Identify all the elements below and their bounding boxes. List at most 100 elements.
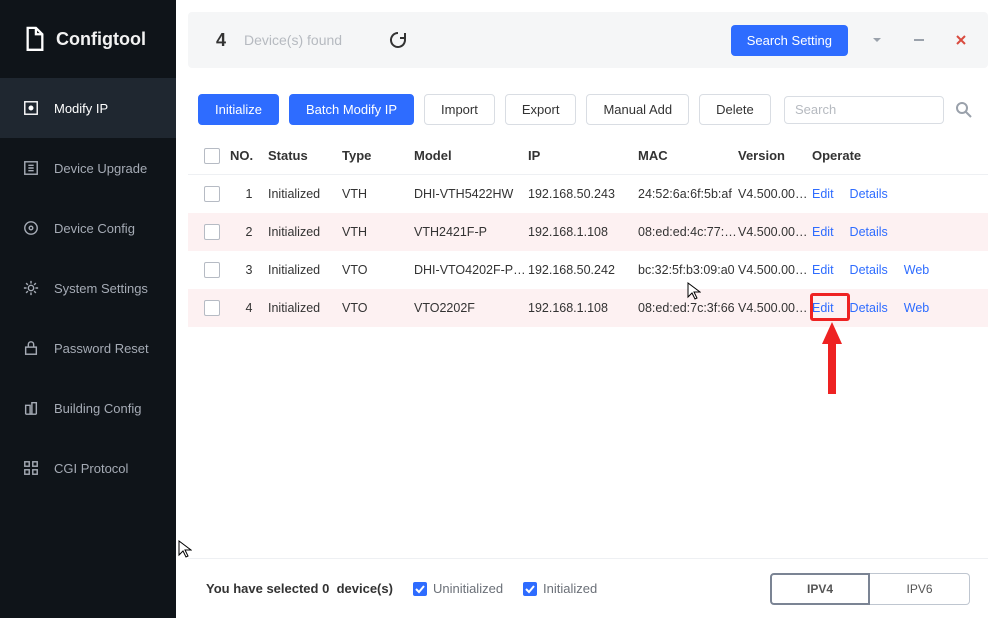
row-checkbox[interactable] xyxy=(204,186,220,202)
upgrade-icon xyxy=(22,159,40,177)
edit-link[interactable]: Edit xyxy=(812,225,834,239)
sidebar-item-device-upgrade[interactable]: Device Upgrade xyxy=(0,138,176,198)
toolbar: Initialize Batch Modify IP Import Export… xyxy=(188,82,988,137)
delete-button[interactable]: Delete xyxy=(699,94,771,125)
details-link[interactable]: Details xyxy=(850,187,888,201)
cell-no: 1 xyxy=(230,187,268,201)
cell-status: Initialized xyxy=(268,301,342,315)
cell-ip: 192.168.1.108 xyxy=(528,225,638,239)
cell-status: Initialized xyxy=(268,263,342,277)
sidebar-item-password-reset[interactable]: Password Reset xyxy=(0,318,176,378)
edit-link[interactable]: Edit xyxy=(812,263,834,277)
col-no: NO. xyxy=(230,148,268,163)
device-table: NO. Status Type Model IP MAC Version Ope… xyxy=(188,137,988,558)
main: 4 Device(s) found Search Setting Initial… xyxy=(176,0,1000,618)
cell-ip: 192.168.50.243 xyxy=(528,187,638,201)
selected-summary: You have selected 0 device(s) xyxy=(206,581,393,596)
checkbox-checked-icon xyxy=(523,582,537,596)
import-button[interactable]: Import xyxy=(424,94,495,125)
app-header: Configtool xyxy=(0,0,176,78)
minimize-icon[interactable] xyxy=(906,27,932,53)
close-icon[interactable] xyxy=(948,27,974,53)
cell-model: DHI-VTO4202F-P-S2 xyxy=(414,263,528,277)
cell-mac: 08:ed:ed:7c:3f:66 xyxy=(638,301,738,315)
edit-link[interactable]: Edit xyxy=(812,301,834,315)
cell-status: Initialized xyxy=(268,187,342,201)
lock-icon xyxy=(22,339,40,357)
dropdown-icon[interactable] xyxy=(864,27,890,53)
cell-version: V4.500.000... xyxy=(738,225,812,239)
search-input[interactable] xyxy=(784,96,944,124)
config-icon xyxy=(22,219,40,237)
sidebar-item-label: CGI Protocol xyxy=(54,461,128,476)
batch-modify-ip-button[interactable]: Batch Modify IP xyxy=(289,94,414,125)
cell-type: VTH xyxy=(342,187,414,201)
sidebar-item-building-config[interactable]: Building Config xyxy=(0,378,176,438)
modify-ip-icon xyxy=(22,99,40,117)
sidebar-item-system-settings[interactable]: System Settings xyxy=(0,258,176,318)
col-mac: MAC xyxy=(638,148,738,163)
sidebar-item-cgi-protocol[interactable]: CGI Protocol xyxy=(0,438,176,498)
cell-mac: 24:52:6a:6f:5b:af xyxy=(638,187,738,201)
details-link[interactable]: Details xyxy=(850,263,888,277)
cell-model: VTH2421F-P xyxy=(414,225,528,239)
row-checkbox[interactable] xyxy=(204,224,220,240)
footer: You have selected 0 device(s) Uninitiali… xyxy=(188,558,988,618)
search-button[interactable] xyxy=(950,96,978,124)
cell-version: V4.500.000... xyxy=(738,263,812,277)
web-link[interactable]: Web xyxy=(904,263,929,277)
col-model: Model xyxy=(414,148,528,163)
cell-no: 2 xyxy=(230,225,268,239)
sidebar-item-label: Password Reset xyxy=(54,341,149,356)
cell-type: VTO xyxy=(342,263,414,277)
export-button[interactable]: Export xyxy=(505,94,577,125)
details-link[interactable]: Details xyxy=(850,301,888,315)
table-row[interactable]: 1InitializedVTHDHI-VTH5422HW192.168.50.2… xyxy=(188,175,988,213)
cell-type: VTH xyxy=(342,225,414,239)
filter-uninitialized[interactable]: Uninitialized xyxy=(413,581,503,596)
cell-version: V4.500.000... xyxy=(738,187,812,201)
cell-model: DHI-VTH5422HW xyxy=(414,187,528,201)
row-checkbox[interactable] xyxy=(204,262,220,278)
row-checkbox[interactable] xyxy=(204,300,220,316)
initialize-button[interactable]: Initialize xyxy=(198,94,279,125)
table-header: NO. Status Type Model IP MAC Version Ope… xyxy=(188,137,988,175)
cell-type: VTO xyxy=(342,301,414,315)
content: Initialize Batch Modify IP Import Export… xyxy=(188,82,988,618)
ipv6-toggle[interactable]: IPV6 xyxy=(870,573,970,605)
sidebar-item-label: Device Upgrade xyxy=(54,161,147,176)
col-ip: IP xyxy=(528,148,638,163)
refresh-icon xyxy=(388,30,408,50)
col-status: Status xyxy=(268,148,342,163)
cell-operate: Edit Details xyxy=(812,187,972,201)
table-row[interactable]: 3InitializedVTODHI-VTO4202F-P-S2192.168.… xyxy=(188,251,988,289)
sidebar-item-modify-ip[interactable]: Modify IP xyxy=(0,78,176,138)
col-operate: Operate xyxy=(812,148,972,163)
cell-version: V4.500.000... xyxy=(738,301,812,315)
table-row[interactable]: 2InitializedVTHVTH2421F-P192.168.1.10808… xyxy=(188,213,988,251)
checkbox-checked-icon xyxy=(413,582,427,596)
ip-version-toggle: IPV4 IPV6 xyxy=(770,573,970,605)
sidebar-item-device-config[interactable]: Device Config xyxy=(0,198,176,258)
filter-initialized[interactable]: Initialized xyxy=(523,581,597,596)
manual-add-button[interactable]: Manual Add xyxy=(586,94,689,125)
edit-link[interactable]: Edit xyxy=(812,187,834,201)
sidebar: Configtool Modify IP Device Upgrade Devi… xyxy=(0,0,176,618)
web-link[interactable]: Web xyxy=(904,301,929,315)
search-setting-button[interactable]: Search Setting xyxy=(731,25,848,56)
cell-model: VTO2202F xyxy=(414,301,528,315)
refresh-button[interactable] xyxy=(384,26,412,54)
ipv4-toggle[interactable]: IPV4 xyxy=(770,573,870,605)
cell-mac: 08:ed:ed:4c:77:75 xyxy=(638,225,738,239)
app-logo-icon xyxy=(24,26,46,52)
cell-operate: Edit Details xyxy=(812,225,972,239)
search-icon xyxy=(955,101,973,119)
sidebar-item-label: System Settings xyxy=(54,281,148,296)
app-title: Configtool xyxy=(56,29,146,50)
table-row[interactable]: 4InitializedVTOVTO2202F192.168.1.10808:e… xyxy=(188,289,988,327)
device-count-label: Device(s) found xyxy=(244,32,342,48)
topbar: 4 Device(s) found Search Setting xyxy=(188,12,988,68)
sidebar-item-label: Modify IP xyxy=(54,101,108,116)
details-link[interactable]: Details xyxy=(850,225,888,239)
select-all-checkbox[interactable] xyxy=(204,148,220,164)
